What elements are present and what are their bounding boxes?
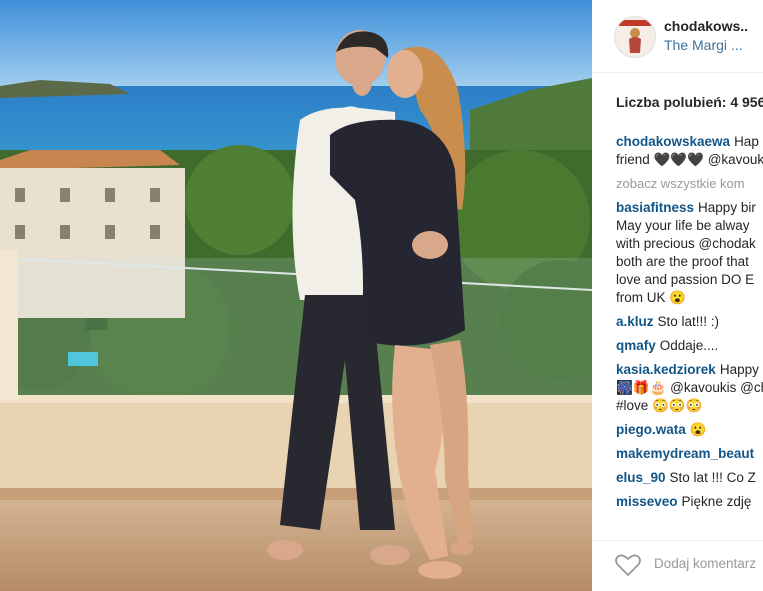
post-photo[interactable] [0, 0, 592, 591]
list-item: friend 🖤🖤🖤 @kavouki [616, 151, 763, 169]
comment-username[interactable]: basiafitness [616, 200, 694, 215]
comment-text: friend 🖤🖤🖤 @kavouki [616, 152, 763, 167]
comment-text: May your life be alway [616, 218, 750, 233]
list-item: makemydream_beaut [616, 445, 763, 463]
comment-username[interactable]: qmafy [616, 338, 656, 353]
list-item: kasia.kedziorek Happy [616, 361, 763, 379]
comment-text: Sto lat!!! :) [657, 314, 720, 329]
comment-line: with precious @chodak [616, 235, 763, 253]
comment-text: with precious @chodak [616, 236, 756, 251]
list-item: elus_90 Sto lat !!! Co Z [616, 469, 763, 487]
comment-username[interactable]: a.kluz [616, 314, 654, 329]
post-actions: Dodaj komentarz [592, 540, 763, 591]
comment-text: from UK 😮 [616, 290, 687, 305]
comment-line: both are the proof that [616, 253, 763, 271]
comment-text: love and passion DO E [616, 272, 755, 287]
comment-text: Piękne zdję [681, 494, 752, 509]
comment-text: Happy [719, 362, 759, 377]
comment-line: May your life be alway [616, 217, 763, 235]
list-item: a.kluz Sto lat!!! :) [616, 313, 763, 331]
list-item: chodakowskaewa Hap [616, 133, 763, 151]
comment-text: Happy bir [698, 200, 756, 215]
list-item: basiafitness Happy bir [616, 199, 763, 217]
comment-line: 🎆🎁🎂 @kavoukis @ch [616, 379, 763, 397]
list-item: piego.wata 😮 [616, 421, 763, 439]
view-all-comments-link[interactable]: zobacz wszystkie kom [616, 175, 763, 193]
comment-username[interactable]: makemydream_beaut [616, 446, 754, 461]
heart-outline-icon[interactable] [614, 553, 642, 577]
comment-text: 🎆🎁🎂 @kavoukis @ch [616, 380, 763, 395]
post-location[interactable]: The Margi ... [664, 37, 743, 53]
comment-text: Sto lat !!! Co Z [669, 470, 756, 485]
comment-text: #love 😳😳😳 [616, 398, 703, 413]
comment-line: from UK 😮 [616, 289, 763, 307]
comment-username[interactable]: elus_90 [616, 470, 666, 485]
comment-username[interactable]: misseveo [616, 494, 678, 509]
comment-username[interactable]: piego.wata [616, 422, 686, 437]
post-sidebar: chodakows.. The Margi ... Liczba polubie… [592, 0, 763, 591]
post-header: chodakows.. The Margi ... [592, 0, 763, 73]
add-comment-input[interactable]: Dodaj komentarz [654, 556, 756, 571]
comment-username[interactable]: chodakowskaewa [616, 134, 730, 149]
comment-text: Oddaje.... [659, 338, 719, 353]
post-username[interactable]: chodakows.. [664, 18, 748, 34]
comment-text: both are the proof that [616, 254, 749, 269]
comment-text: 😮 [689, 422, 707, 437]
likes-count[interactable]: Liczba polubień: 4 956 [616, 94, 763, 110]
avatar[interactable] [614, 16, 656, 58]
comment-line: #love 😳😳😳 [616, 397, 763, 415]
comment-line: love and passion DO E [616, 271, 763, 289]
list-item: qmafy Oddaje.... [616, 337, 763, 355]
comment-text: Hap [734, 134, 759, 149]
comment-username[interactable]: kasia.kedziorek [616, 362, 716, 377]
comment-list: chodakowskaewa Hap friend 🖤🖤🖤 @kavouki zo… [616, 133, 763, 511]
list-item: misseveo Piękne zdję [616, 493, 763, 511]
